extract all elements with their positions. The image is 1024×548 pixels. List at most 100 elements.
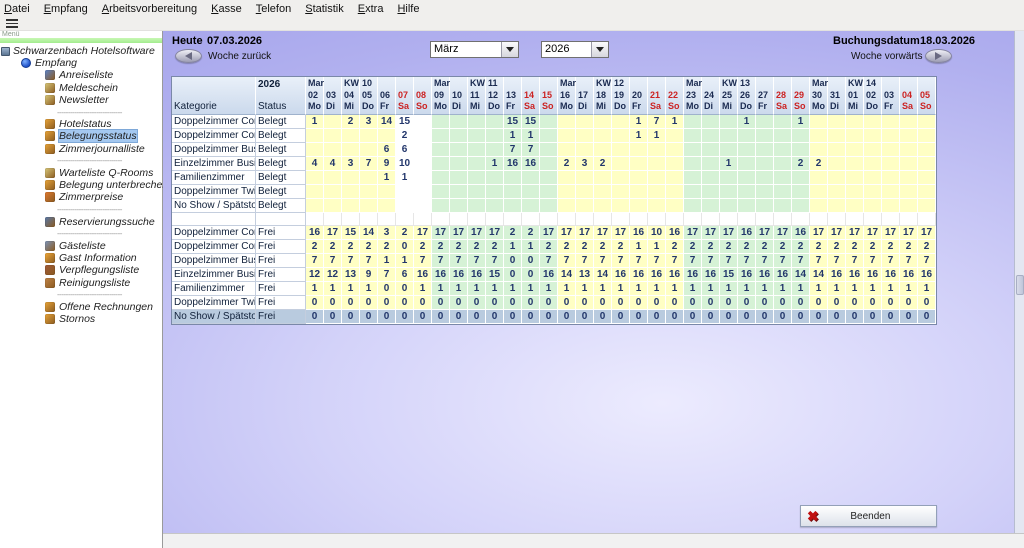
tree-separator: ------------------------------ bbox=[0, 106, 162, 118]
value-cell bbox=[702, 185, 720, 199]
value-cell bbox=[324, 115, 342, 129]
sidebar-item-zimmerpreise[interactable]: Zimmerpreise bbox=[0, 191, 162, 203]
value-cell: 0 bbox=[522, 310, 540, 324]
value-cell bbox=[918, 157, 936, 171]
occupancy-status-icon bbox=[45, 131, 55, 141]
sidebar-item-meldeschein[interactable]: Meldeschein bbox=[0, 82, 162, 94]
value-cell: 16 bbox=[900, 268, 918, 282]
bottom-strip bbox=[163, 533, 1024, 548]
status-cell: Belegt bbox=[256, 185, 306, 199]
value-cell: 0 bbox=[648, 310, 666, 324]
month-dropdown-arrow-icon[interactable] bbox=[501, 42, 518, 57]
value-cell bbox=[414, 171, 432, 185]
value-cell: 16 bbox=[522, 157, 540, 171]
quit-button[interactable]: ✖ Beenden bbox=[800, 505, 937, 527]
sidebar-item-gast-information[interactable]: Gast Information bbox=[0, 252, 162, 264]
value-cell bbox=[792, 129, 810, 143]
value-cell bbox=[756, 129, 774, 143]
value-cell: 0 bbox=[846, 296, 864, 310]
value-cell: 1 bbox=[738, 115, 756, 129]
value-cell bbox=[360, 143, 378, 157]
value-cell bbox=[486, 115, 504, 129]
value-cell bbox=[702, 157, 720, 171]
value-cell: 7 bbox=[720, 254, 738, 268]
menu-statistik[interactable]: Statistik bbox=[305, 3, 344, 15]
value-cell: 16 bbox=[846, 268, 864, 282]
menu-empfang[interactable]: Empfang bbox=[44, 3, 88, 15]
sidebar-item-zimmerjournalliste[interactable]: Zimmerjournalliste bbox=[0, 143, 162, 155]
value-cell bbox=[540, 171, 558, 185]
week-back-button[interactable] bbox=[175, 49, 202, 63]
value-cell: 1 bbox=[630, 129, 648, 143]
scrollbar-thumb[interactable] bbox=[1016, 275, 1024, 295]
value-cell bbox=[684, 129, 702, 143]
sidebar-item-belegung-unterbrechen[interactable]: Belegung unterbrechen bbox=[0, 179, 162, 191]
sidebar-item-warteliste-q-rooms[interactable]: Warteliste Q-Rooms bbox=[0, 167, 162, 179]
value-cell bbox=[432, 199, 450, 213]
booking-date-value: 18.03.2026 bbox=[920, 35, 975, 47]
day-column-header: KW11Mi bbox=[468, 77, 486, 115]
value-cell: 0 bbox=[720, 310, 738, 324]
year-select[interactable]: 2026 bbox=[541, 41, 609, 58]
sidebar-item-label: Stornos bbox=[59, 313, 95, 325]
sidebar-item-verpflegungsliste[interactable]: Verpflegungsliste bbox=[0, 264, 162, 276]
menu-extra[interactable]: Extra bbox=[358, 3, 384, 15]
value-cell: 0 bbox=[522, 268, 540, 282]
open-invoices-icon bbox=[45, 302, 55, 312]
sidebar-item-stornos[interactable]: Stornos bbox=[0, 313, 162, 325]
sidebar-item-reinigungsliste[interactable]: Reinigungsliste bbox=[0, 277, 162, 289]
sidebar-item-newsletter[interactable]: Newsletter bbox=[0, 94, 162, 106]
value-cell: 1 bbox=[378, 254, 396, 268]
sidebar-item-reservierungssuche[interactable]: Reservierungssuche bbox=[0, 216, 162, 228]
value-cell bbox=[630, 157, 648, 171]
value-cell: 12 bbox=[324, 268, 342, 282]
value-cell bbox=[540, 185, 558, 199]
menu-arbeitsvorbereitung[interactable]: Arbeitsvorbereitung bbox=[102, 3, 197, 15]
week-forward-label: Woche vorwärts bbox=[851, 51, 923, 62]
week-forward-button[interactable] bbox=[925, 49, 952, 63]
vertical-scrollbar[interactable] bbox=[1014, 31, 1024, 533]
grid-row: Doppelzimmer ComfortFrei1617151432171717… bbox=[172, 226, 936, 240]
sidebar-item-label: Reservierungssuche bbox=[59, 216, 155, 228]
menu-telefon[interactable]: Telefon bbox=[256, 3, 291, 15]
value-cell: 7 bbox=[846, 254, 864, 268]
value-cell: 1 bbox=[846, 282, 864, 296]
value-cell: 16 bbox=[918, 268, 936, 282]
value-cell: 14 bbox=[594, 268, 612, 282]
value-cell: 16 bbox=[738, 268, 756, 282]
value-cell: 0 bbox=[630, 310, 648, 324]
year-dropdown-arrow-icon[interactable] bbox=[591, 42, 608, 57]
sidebar-item-belegungsstatus[interactable]: Belegungsstatus bbox=[0, 130, 162, 142]
day-column-header: KW18Mi bbox=[594, 77, 612, 115]
menu-hilfe[interactable]: Hilfe bbox=[397, 3, 419, 15]
value-cell: 0 bbox=[450, 310, 468, 324]
sidebar-item-hotelstatus[interactable]: Hotelstatus bbox=[0, 118, 162, 130]
value-cell bbox=[468, 171, 486, 185]
tree-root[interactable]: Schwarzenbach Hotelsoftware bbox=[0, 45, 162, 57]
value-cell bbox=[792, 199, 810, 213]
day-column-header: 27Fr bbox=[756, 77, 774, 115]
value-cell: 1 bbox=[576, 282, 594, 296]
category-cell: Familienzimmer bbox=[172, 282, 256, 296]
value-cell bbox=[846, 171, 864, 185]
value-cell: 1 bbox=[486, 157, 504, 171]
value-cell: 13 bbox=[576, 268, 594, 282]
sidebar-item-gästeliste[interactable]: Gästeliste bbox=[0, 240, 162, 252]
value-cell: 0 bbox=[414, 296, 432, 310]
sidebar-item-anreiseliste[interactable]: Anreiseliste bbox=[0, 69, 162, 81]
value-cell: 16 bbox=[882, 268, 900, 282]
week-back-label: Woche zurück bbox=[208, 51, 271, 62]
hamburger-icon[interactable] bbox=[6, 19, 18, 28]
value-cell bbox=[738, 171, 756, 185]
value-cell: 12 bbox=[306, 268, 324, 282]
month-select[interactable]: März bbox=[430, 41, 519, 58]
value-cell: 0 bbox=[450, 296, 468, 310]
value-cell: 1 bbox=[306, 282, 324, 296]
tree-group-empfang[interactable]: Empfang bbox=[0, 57, 162, 69]
value-cell: 2 bbox=[342, 240, 360, 254]
value-cell bbox=[378, 129, 396, 143]
value-cell bbox=[900, 129, 918, 143]
menu-datei[interactable]: Datei bbox=[4, 3, 30, 15]
sidebar-item-offene-rechnungen[interactable]: Offene Rechnungen bbox=[0, 301, 162, 313]
menu-kasse[interactable]: Kasse bbox=[211, 3, 242, 15]
